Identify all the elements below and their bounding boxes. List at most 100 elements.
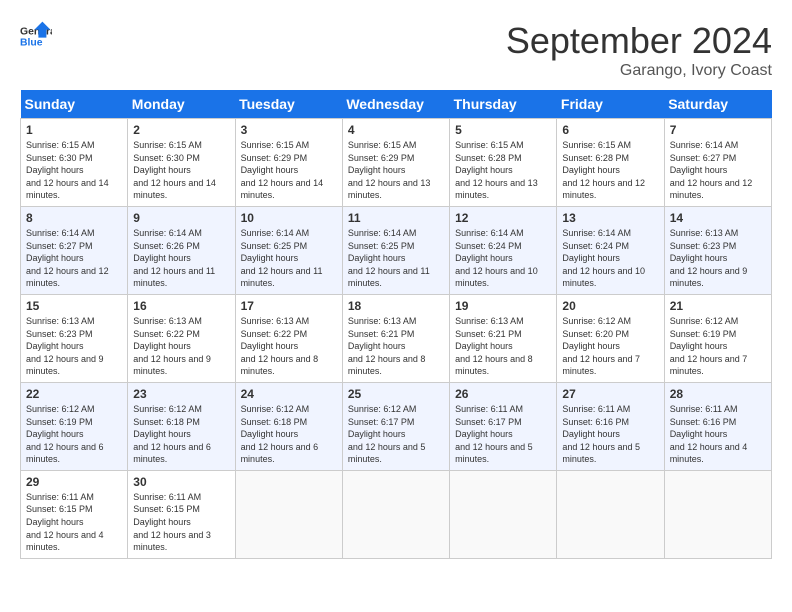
cell-content: Sunrise: 6:12 AMSunset: 6:20 PMDaylight … — [562, 315, 658, 378]
day-number: 9 — [133, 211, 229, 225]
calendar-week-5: 29 Sunrise: 6:11 AMSunset: 6:15 PMDayligh… — [21, 470, 772, 558]
day-number: 12 — [455, 211, 551, 225]
day-number: 8 — [26, 211, 122, 225]
cell-content: Sunrise: 6:14 AMSunset: 6:26 PMDaylight … — [133, 227, 229, 290]
header-friday: Friday — [557, 90, 664, 119]
day-number: 29 — [26, 475, 122, 489]
cell-content: Sunrise: 6:15 AMSunset: 6:30 PMDaylight … — [133, 139, 229, 202]
calendar-cell: 5 Sunrise: 6:15 AMSunset: 6:28 PMDaylight… — [450, 119, 557, 207]
cell-content: Sunrise: 6:13 AMSunset: 6:22 PMDaylight … — [241, 315, 337, 378]
cell-content: Sunrise: 6:11 AMSunset: 6:17 PMDaylight … — [455, 403, 551, 466]
day-number: 24 — [241, 387, 337, 401]
day-number: 16 — [133, 299, 229, 313]
cell-content: Sunrise: 6:14 AMSunset: 6:24 PMDaylight … — [562, 227, 658, 290]
calendar-cell: 10Sunrise: 6:14 AMSunset: 6:25 PMDayligh… — [235, 206, 342, 294]
day-number: 27 — [562, 387, 658, 401]
calendar-cell: 14 Sunrise: 6:13 AMSunset: 6:23 PMDayligh… — [664, 206, 771, 294]
cell-content: Sunrise: 6:14 AMSunset: 6:25 PMDaylight … — [348, 227, 444, 290]
calendar-cell: 20 Sunrise: 6:12 AMSunset: 6:20 PMDayligh… — [557, 294, 664, 382]
calendar-cell — [664, 470, 771, 558]
day-number: 22 — [26, 387, 122, 401]
calendar-cell: 11 Sunrise: 6:14 AMSunset: 6:25 PMDayligh… — [342, 206, 449, 294]
cell-content: Sunrise: 6:14 AMSunset: 6:25 PMDaylight … — [241, 227, 337, 290]
header-wednesday: Wednesday — [342, 90, 449, 119]
calendar-cell: 21 Sunrise: 6:12 AMSunset: 6:19 PMDayligh… — [664, 294, 771, 382]
calendar-cell: 4 Sunrise: 6:15 AMSunset: 6:29 PMDaylight… — [342, 119, 449, 207]
day-number: 6 — [562, 123, 658, 137]
calendar-cell: 27 Sunrise: 6:11 AMSunset: 6:16 PMDayligh… — [557, 382, 664, 470]
calendar-cell: 6 Sunrise: 6:15 AMSunset: 6:28 PMDaylight… — [557, 119, 664, 207]
cell-content: Sunrise: 6:12 AMSunset: 6:18 PMDaylight … — [241, 403, 337, 466]
day-number: 30 — [133, 475, 229, 489]
title-block: September 2024 Garango, Ivory Coast — [506, 20, 772, 80]
cell-content: Sunrise: 6:15 AMSunset: 6:29 PMDaylight … — [348, 139, 444, 202]
logo-icon: General Blue — [20, 20, 52, 52]
calendar-cell: 3Sunrise: 6:15 AMSunset: 6:29 PMDaylight… — [235, 119, 342, 207]
calendar-cell — [342, 470, 449, 558]
day-number: 5 — [455, 123, 551, 137]
day-number: 17 — [241, 299, 337, 313]
calendar-cell: 15 Sunrise: 6:13 AMSunset: 6:23 PMDayligh… — [21, 294, 128, 382]
cell-content: Sunrise: 6:15 AMSunset: 6:28 PMDaylight … — [455, 139, 551, 202]
cell-content: Sunrise: 6:15 AMSunset: 6:28 PMDaylight … — [562, 139, 658, 202]
day-number: 1 — [26, 123, 122, 137]
calendar-table: SundayMondayTuesdayWednesdayThursdayFrid… — [20, 90, 772, 559]
day-number: 11 — [348, 211, 444, 225]
day-number: 25 — [348, 387, 444, 401]
calendar-cell: 23 Sunrise: 6:12 AMSunset: 6:18 PMDayligh… — [128, 382, 235, 470]
cell-content: Sunrise: 6:13 AMSunset: 6:21 PMDaylight … — [455, 315, 551, 378]
header-monday: Monday — [128, 90, 235, 119]
day-number: 28 — [670, 387, 766, 401]
cell-content: Sunrise: 6:14 AMSunset: 6:24 PMDaylight … — [455, 227, 551, 290]
cell-content: Sunrise: 6:12 AMSunset: 6:18 PMDaylight … — [133, 403, 229, 466]
header-sunday: Sunday — [21, 90, 128, 119]
calendar-cell — [450, 470, 557, 558]
calendar-cell: 2 Sunrise: 6:15 AMSunset: 6:30 PMDaylight… — [128, 119, 235, 207]
cell-content: Sunrise: 6:11 AMSunset: 6:16 PMDaylight … — [670, 403, 766, 466]
calendar-header: SundayMondayTuesdayWednesdayThursdayFrid… — [21, 90, 772, 119]
day-number: 4 — [348, 123, 444, 137]
calendar-cell: 30Sunrise: 6:11 AMSunset: 6:15 PMDayligh… — [128, 470, 235, 558]
cell-content: Sunrise: 6:13 AMSunset: 6:21 PMDaylight … — [348, 315, 444, 378]
day-number: 26 — [455, 387, 551, 401]
calendar-cell: 16Sunrise: 6:13 AMSunset: 6:22 PMDayligh… — [128, 294, 235, 382]
day-number: 15 — [26, 299, 122, 313]
svg-text:Blue: Blue — [20, 38, 43, 49]
day-number: 18 — [348, 299, 444, 313]
calendar-cell: 28 Sunrise: 6:11 AMSunset: 6:16 PMDayligh… — [664, 382, 771, 470]
calendar-cell: 1 Sunrise: 6:15 AMSunset: 6:30 PMDaylight… — [21, 119, 128, 207]
calendar-cell: 13 Sunrise: 6:14 AMSunset: 6:24 PMDayligh… — [557, 206, 664, 294]
calendar-cell: 9 Sunrise: 6:14 AMSunset: 6:26 PMDaylight… — [128, 206, 235, 294]
day-number: 23 — [133, 387, 229, 401]
day-number: 19 — [455, 299, 551, 313]
day-number: 7 — [670, 123, 766, 137]
day-number: 20 — [562, 299, 658, 313]
cell-content: Sunrise: 6:13 AMSunset: 6:23 PMDaylight … — [26, 315, 122, 378]
calendar-cell: 26 Sunrise: 6:11 AMSunset: 6:17 PMDayligh… — [450, 382, 557, 470]
calendar-cell: 18 Sunrise: 6:13 AMSunset: 6:21 PMDayligh… — [342, 294, 449, 382]
cell-content: Sunrise: 6:12 AMSunset: 6:19 PMDaylight … — [670, 315, 766, 378]
cell-content: Sunrise: 6:15 AMSunset: 6:30 PMDaylight … — [26, 139, 122, 202]
day-number: 21 — [670, 299, 766, 313]
calendar-week-1: 1 Sunrise: 6:15 AMSunset: 6:30 PMDaylight… — [21, 119, 772, 207]
day-number: 14 — [670, 211, 766, 225]
day-number: 13 — [562, 211, 658, 225]
cell-content: Sunrise: 6:13 AMSunset: 6:23 PMDaylight … — [670, 227, 766, 290]
header-tuesday: Tuesday — [235, 90, 342, 119]
calendar-cell: 25 Sunrise: 6:12 AMSunset: 6:17 PMDayligh… — [342, 382, 449, 470]
logo: General Blue — [20, 20, 52, 52]
cell-content: Sunrise: 6:14 AMSunset: 6:27 PMDaylight … — [670, 139, 766, 202]
calendar-cell — [235, 470, 342, 558]
calendar-cell — [557, 470, 664, 558]
cell-content: Sunrise: 6:11 AMSunset: 6:16 PMDaylight … — [562, 403, 658, 466]
calendar-body: 1 Sunrise: 6:15 AMSunset: 6:30 PMDaylight… — [21, 119, 772, 559]
cell-content: Sunrise: 6:15 AMSunset: 6:29 PMDaylight … — [241, 139, 337, 202]
cell-content: Sunrise: 6:12 AMSunset: 6:19 PMDaylight … — [26, 403, 122, 466]
cell-content: Sunrise: 6:11 AMSunset: 6:15 PMDaylight … — [26, 491, 122, 554]
calendar-cell: 22 Sunrise: 6:12 AMSunset: 6:19 PMDayligh… — [21, 382, 128, 470]
cell-content: Sunrise: 6:12 AMSunset: 6:17 PMDaylight … — [348, 403, 444, 466]
cell-content: Sunrise: 6:14 AMSunset: 6:27 PMDaylight … — [26, 227, 122, 290]
calendar-cell: 12 Sunrise: 6:14 AMSunset: 6:24 PMDayligh… — [450, 206, 557, 294]
month-title: September 2024 — [506, 20, 772, 62]
day-number: 2 — [133, 123, 229, 137]
